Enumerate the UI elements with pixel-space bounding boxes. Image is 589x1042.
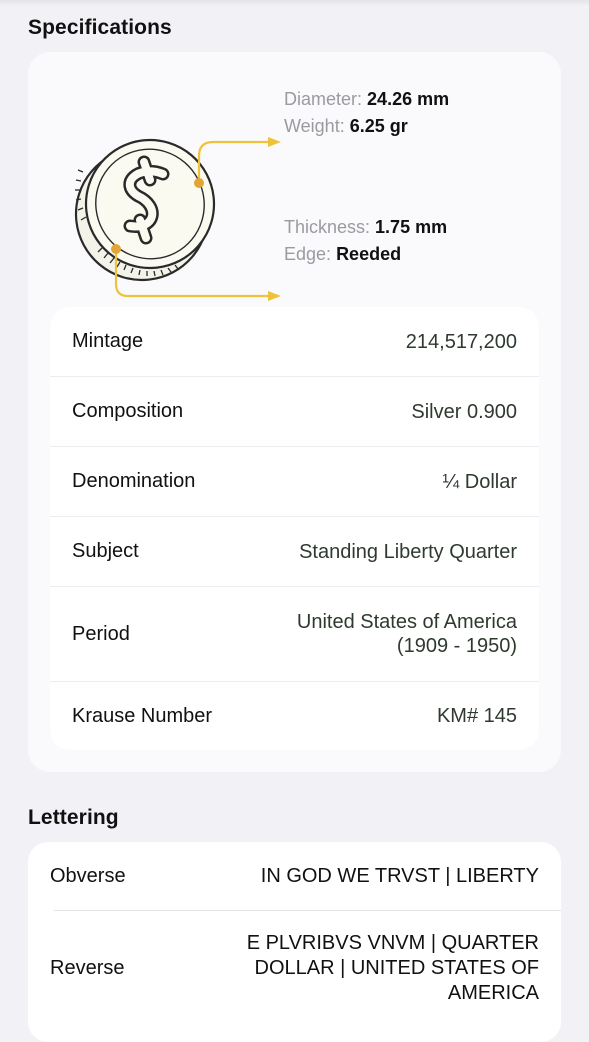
weight-spec: Weight: 6.25 gr (284, 115, 408, 137)
reverse-value: E PLVRIBVS VNVM | QUARTER DOLLAR | UNITE… (246, 932, 539, 1004)
lettering-title: Lettering (28, 806, 119, 829)
lettering-card: Obverse IN GOD WE TRVST | LIBERTY Revers… (28, 842, 561, 1042)
table-row: Subject Standing Liberty Quarter (50, 517, 539, 587)
thickness-label: Thickness: (284, 217, 371, 237)
diameter-label: Diameter: (284, 89, 363, 109)
row-key: Mintage (72, 330, 144, 352)
diameter-spec: Diameter: 24.26 mm (284, 88, 449, 110)
thickness-spec: Thickness: 1.75 mm (284, 216, 447, 238)
obverse-label: Obverse (50, 864, 126, 887)
table-row: Krause Number KM# 145 (50, 682, 539, 750)
specifications-card: Diameter: 24.26 mm Weight: 6.25 gr Thick… (28, 52, 561, 772)
specifications-title: Specifications (28, 16, 172, 39)
row-key: Krause Number (72, 704, 213, 727)
thickness-value: 1.75 mm (375, 217, 448, 237)
row-value: ¼ Dollar (442, 470, 517, 493)
row-value: Silver 0.900 (411, 400, 517, 423)
weight-label: Weight: (284, 116, 345, 136)
row-value: 214,517,200 (405, 330, 517, 353)
coin-dollar-icon (74, 137, 281, 301)
table-row: Period United States of America (1909 - … (50, 587, 539, 682)
row-key: Period (72, 622, 130, 645)
row-value: Standing Liberty Quarter (299, 540, 517, 563)
row-value: United States of America (1909 - 1950) (296, 611, 517, 657)
table-row: Composition Silver 0.900 (50, 377, 539, 447)
edge-spec: Edge: Reeded (284, 243, 401, 265)
coin-dimensions-diagram: Diameter: 24.26 mm Weight: 6.25 gr Thick… (28, 52, 561, 302)
diameter-value: 24.26 mm (367, 89, 450, 109)
row-key: Composition (72, 400, 184, 422)
reverse-label: Reverse (50, 957, 125, 979)
row-key: Subject (72, 540, 139, 562)
list-item: Reverse E PLVRIBVS VNVM | QUARTER DOLLAR… (28, 911, 561, 1026)
edge-value: Reeded (336, 244, 402, 264)
obverse-value: IN GOD WE TRVST | LIBERTY (260, 864, 539, 887)
table-row: Mintage 214,517,200 (50, 307, 539, 377)
edge-label: Edge: (284, 244, 332, 264)
details-table: Mintage 214,517,200 Composition Silver 0… (50, 307, 539, 750)
top-edge (0, 0, 589, 6)
list-item: Obverse IN GOD WE TRVST | LIBERTY (28, 842, 561, 910)
weight-value: 6.25 gr (349, 116, 408, 136)
table-row: Denomination ¼ Dollar (50, 447, 539, 517)
row-value: KM# 145 (436, 705, 517, 727)
row-key: Denomination (72, 470, 196, 492)
